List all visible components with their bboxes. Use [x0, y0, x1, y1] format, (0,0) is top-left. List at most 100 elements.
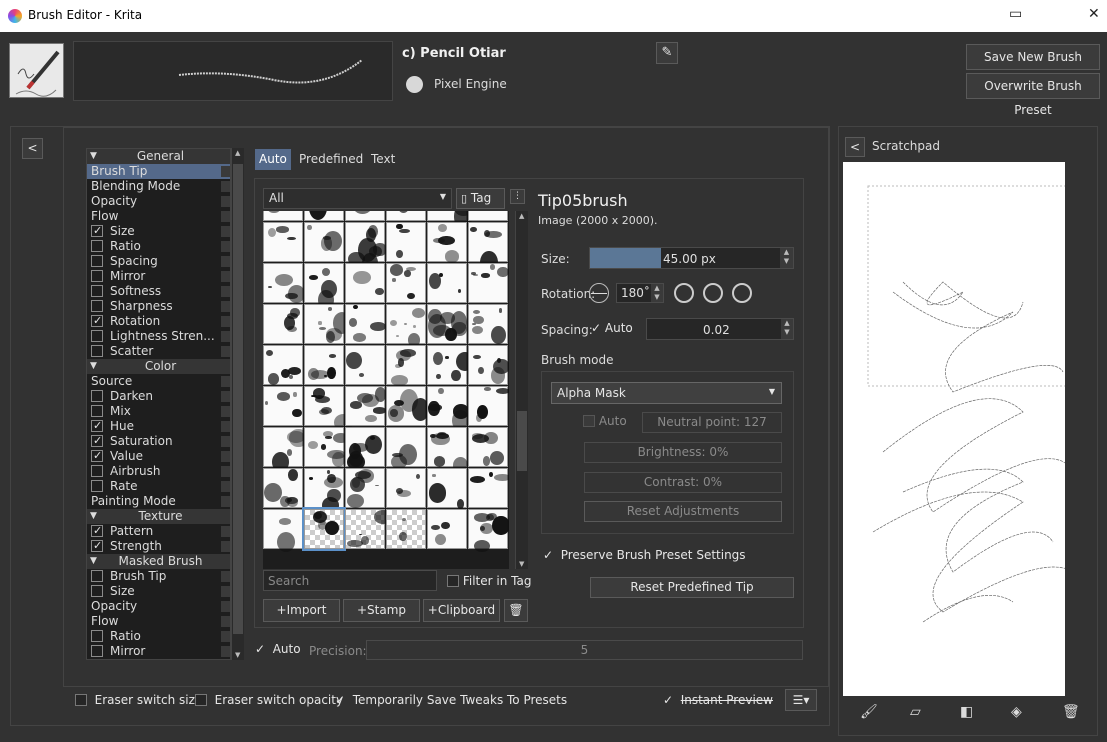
- options-list-item[interactable]: Size: [87, 223, 230, 239]
- option-checkbox[interactable]: [91, 538, 103, 553]
- brush-tip-thumbnail[interactable]: [263, 304, 303, 344]
- brush-tip-grid[interactable]: [263, 211, 509, 569]
- brush-tip-thumbnail[interactable]: [263, 427, 308, 472]
- options-section-header[interactable]: ▼ Masked Brush: [87, 554, 230, 569]
- tab-predefined[interactable]: Predefined: [295, 149, 367, 170]
- tip-search-input[interactable]: Search: [263, 570, 437, 591]
- brush-tip-thumbnail[interactable]: [386, 509, 426, 549]
- brush-tip-thumbnail[interactable]: [386, 211, 426, 221]
- brush-tip-thumbnail[interactable]: [468, 345, 509, 385]
- options-list-item[interactable]: Opacity: [87, 194, 230, 209]
- reset-predefined-tip-button[interactable]: Reset Predefined Tip: [590, 577, 794, 598]
- option-checkbox[interactable]: [91, 390, 103, 402]
- brush-mode-select[interactable]: Alpha Mask ▼: [551, 382, 782, 404]
- restore-window-icon[interactable]: ▭: [1009, 6, 1022, 22]
- spacing-slider[interactable]: 0.02 ▲ ▼: [646, 318, 794, 340]
- option-checkbox[interactable]: [91, 330, 103, 342]
- brush-tip-thumbnail[interactable]: [304, 222, 344, 262]
- options-list-item[interactable]: Saturation: [87, 433, 230, 449]
- brush-tip-thumbnail[interactable]: [468, 427, 508, 467]
- brush-tip-thumbnail[interactable]: [386, 263, 426, 303]
- brush-tip-thumbnail[interactable]: [386, 222, 426, 262]
- tip-grid-scrollbar[interactable]: ▲ ▼: [515, 211, 528, 569]
- options-list-item[interactable]: Size: [87, 584, 230, 599]
- flip-vertical-icon[interactable]: [703, 283, 723, 303]
- option-checkbox[interactable]: [91, 645, 103, 657]
- option-checkbox[interactable]: [91, 405, 103, 417]
- options-list-item[interactable]: Opacity: [87, 599, 230, 614]
- option-checkbox[interactable]: [91, 570, 103, 582]
- brush-tip-thumbnail[interactable]: [345, 468, 385, 508]
- options-list-item[interactable]: Ratio: [87, 629, 230, 644]
- options-list-item[interactable]: Softness: [87, 284, 230, 299]
- brush-tip-thumbnail[interactable]: [345, 509, 392, 549]
- paintop-options-list[interactable]: ▼ General Brush Tip Blending Mode Opacity Flo…: [86, 148, 231, 660]
- brush-tip-thumbnail[interactable]: [304, 468, 344, 514]
- clipboard-button[interactable]: +Clipboard: [423, 599, 500, 622]
- options-list-item[interactable]: Sharpness: [87, 299, 230, 314]
- size-slider[interactable]: 45.00 px ▲ ▼: [589, 247, 794, 269]
- scratchpad-collapse-icon[interactable]: <: [845, 137, 865, 157]
- options-list-item[interactable]: Airbrush: [87, 464, 230, 479]
- option-checkbox[interactable]: [91, 270, 103, 282]
- brush-tip-thumbnail[interactable]: [386, 427, 426, 470]
- options-list-item[interactable]: Value: [87, 448, 230, 464]
- brush-tip-thumbnail[interactable]: [427, 345, 475, 385]
- option-checkbox[interactable]: [91, 448, 103, 463]
- gradient-icon[interactable]: ◧: [960, 704, 973, 720]
- brush-tip-thumbnail[interactable]: [345, 304, 386, 344]
- brush-tip-thumbnail[interactable]: [427, 509, 467, 549]
- brush-tip-thumbnail[interactable]: [427, 427, 469, 474]
- brush-tip-thumbnail[interactable]: [427, 263, 467, 303]
- neutral-point-slider[interactable]: Neutral point: 127: [642, 412, 782, 433]
- menu-icon[interactable]: ☰▾: [785, 689, 817, 711]
- spacing-auto-checkbox[interactable]: ✓ Auto: [591, 321, 633, 335]
- brush-tip-thumbnail[interactable]: [427, 386, 470, 432]
- option-checkbox[interactable]: [91, 313, 103, 328]
- brush-tip-thumbnail[interactable]: [345, 222, 387, 274]
- option-checkbox[interactable]: [91, 255, 103, 267]
- brush-tip-thumbnail[interactable]: [427, 211, 473, 229]
- option-checkbox[interactable]: [91, 300, 103, 312]
- brush-tip-thumbnail[interactable]: [468, 222, 508, 275]
- brush-tip-thumbnail[interactable]: [345, 211, 385, 221]
- brush-tip-thumbnail[interactable]: [386, 304, 426, 347]
- options-list-item[interactable]: Scatter: [87, 344, 230, 359]
- options-list-item[interactable]: Blending Mode: [87, 179, 230, 194]
- options-list-item[interactable]: Flow: [87, 209, 230, 224]
- clear-trash-icon[interactable]: 🗑: [1062, 704, 1080, 720]
- brush-tip-thumbnail[interactable]: [386, 468, 426, 508]
- precision-auto-checkbox[interactable]: ✓ Auto: [255, 642, 301, 656]
- options-list-item[interactable]: Hue: [87, 418, 230, 434]
- tag-select[interactable]: All ▼: [263, 188, 452, 209]
- rotation-dial[interactable]: [589, 283, 609, 303]
- option-checkbox[interactable]: [91, 585, 103, 597]
- option-checkbox[interactable]: [91, 630, 103, 642]
- preset-name[interactable]: c) Pencil Otiar: [402, 46, 506, 61]
- overwrite-preset-button[interactable]: Overwrite Brush Preset: [966, 73, 1100, 117]
- options-list-item[interactable]: Brush Tip: [87, 569, 230, 584]
- stamp-button[interactable]: +Stamp: [343, 599, 420, 622]
- options-list-item[interactable]: Strength: [87, 538, 230, 554]
- options-list-item[interactable]: Rotation: [87, 313, 230, 329]
- options-list-item[interactable]: Flow: [87, 614, 230, 629]
- option-checkbox[interactable]: [91, 418, 103, 433]
- option-checkbox[interactable]: [91, 523, 103, 538]
- brush-tip-thumbnail[interactable]: [263, 222, 303, 262]
- brush-tip-thumbnail[interactable]: [304, 211, 344, 221]
- brush-tip-thumbnail[interactable]: [468, 304, 508, 345]
- brush-tip-thumbnail[interactable]: [263, 468, 303, 508]
- option-checkbox[interactable]: [91, 240, 103, 252]
- brush-tip-thumbnail[interactable]: [468, 386, 509, 426]
- brush-tip-thumbnail[interactable]: [304, 427, 350, 467]
- brush-tip-thumbnail[interactable]: [263, 386, 303, 426]
- brush-tip-thumbnail[interactable]: [345, 345, 385, 385]
- brush-tip-thumbnail[interactable]: [263, 345, 303, 385]
- close-window-icon[interactable]: ✕: [1088, 6, 1100, 22]
- brush-tip-thumbnail[interactable]: [427, 222, 467, 263]
- fill-bucket-icon[interactable]: ◈: [1011, 704, 1022, 720]
- tag-button[interactable]: ▯ Tag: [456, 188, 505, 209]
- random-rotation-icon[interactable]: [732, 283, 752, 303]
- option-checkbox[interactable]: [91, 480, 103, 492]
- brush-tip-thumbnail[interactable]: [345, 427, 385, 470]
